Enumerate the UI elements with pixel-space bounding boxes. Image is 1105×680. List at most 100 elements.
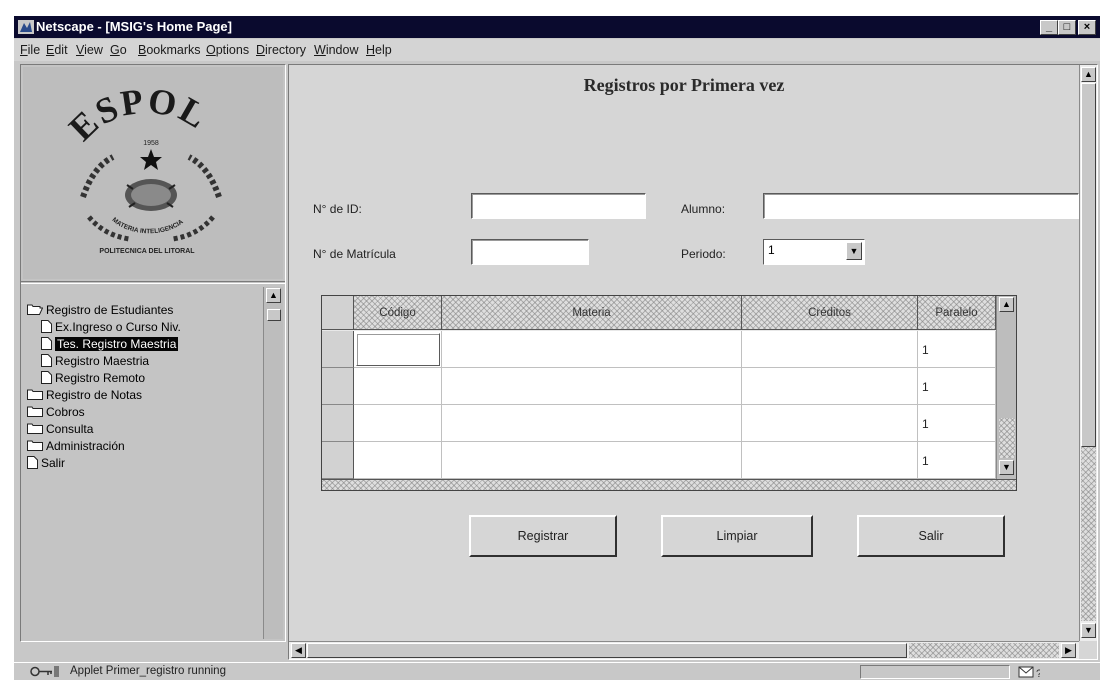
scroll-thumb[interactable] bbox=[1081, 83, 1096, 447]
menu-view[interactable]: View bbox=[76, 43, 103, 57]
menu-file[interactable]: File bbox=[20, 43, 40, 57]
menu-help[interactable]: Help bbox=[366, 43, 392, 57]
tree-item-registro-notas[interactable]: Registro de Notas bbox=[27, 386, 142, 403]
creditos-cell[interactable] bbox=[742, 368, 918, 405]
content-scrollbar[interactable]: ▲ ▼ bbox=[1079, 65, 1097, 641]
codigo-cell[interactable] bbox=[354, 442, 442, 479]
menu-bookmarks[interactable]: Bookmarks bbox=[138, 43, 201, 57]
document-icon bbox=[41, 337, 52, 350]
column-header-paralelo[interactable]: Paralelo bbox=[918, 296, 996, 330]
matricula-label: N° de Matrícula bbox=[313, 247, 396, 261]
scroll-thumb[interactable] bbox=[267, 309, 281, 321]
scroll-track[interactable] bbox=[999, 418, 1015, 458]
codigo-cell-input[interactable] bbox=[356, 333, 440, 366]
tree-item-administracion[interactable]: Administración bbox=[27, 437, 125, 454]
menu-edit[interactable]: Edit bbox=[46, 43, 68, 57]
page-title: Registros por Primera vez bbox=[583, 75, 785, 95]
tree-item-cobros[interactable]: Cobros bbox=[27, 403, 85, 420]
scroll-track[interactable] bbox=[909, 643, 1059, 658]
folder-icon bbox=[27, 440, 43, 451]
content-hscrollbar[interactable]: ◀ ▶ bbox=[289, 641, 1079, 659]
table-row[interactable] bbox=[354, 331, 442, 368]
tree-item-ex-ingreso[interactable]: Ex.Ingreso o Curso Niv. bbox=[41, 318, 181, 335]
menu-go[interactable]: Go bbox=[110, 43, 127, 57]
materia-cell[interactable] bbox=[442, 442, 742, 479]
periodo-select[interactable]: 1 ▼ bbox=[763, 239, 865, 265]
chevron-down-icon[interactable]: ▼ bbox=[846, 242, 862, 260]
scroll-track[interactable] bbox=[1081, 447, 1096, 621]
tree-item-salir[interactable]: Salir bbox=[27, 454, 65, 471]
paralelo-cell[interactable]: 1 bbox=[918, 405, 996, 442]
minimize-button[interactable]: _ bbox=[1040, 20, 1058, 35]
svg-text:POLITECNICA DEL LITORAL: POLITECNICA DEL LITORAL bbox=[99, 248, 195, 255]
folder-icon bbox=[27, 423, 43, 434]
clear-button[interactable]: Limpiar bbox=[661, 515, 813, 557]
tree-item-registro-remoto[interactable]: Registro Remoto bbox=[41, 369, 145, 386]
alumno-label: Alumno: bbox=[681, 202, 726, 216]
register-button[interactable]: Registrar bbox=[469, 515, 617, 557]
scroll-down-arrow-icon[interactable]: ▼ bbox=[999, 460, 1014, 475]
document-icon bbox=[41, 371, 52, 384]
frame-divider bbox=[21, 281, 285, 284]
menu-window[interactable]: Window bbox=[314, 43, 358, 57]
tree-item-registro-estudiantes[interactable]: Registro de Estudiantes bbox=[27, 301, 173, 318]
periodo-label: Periodo: bbox=[681, 247, 726, 261]
status-bar: Applet Primer_registro running ? bbox=[14, 662, 1100, 680]
status-text: Applet Primer_registro running bbox=[70, 665, 226, 677]
svg-text:MATERIA INTELIGENCIA: MATERIA INTELIGENCIA bbox=[111, 216, 185, 235]
scroll-up-arrow-icon[interactable]: ▲ bbox=[266, 288, 281, 303]
creditos-cell[interactable] bbox=[742, 405, 918, 442]
progress-panel bbox=[860, 665, 1010, 679]
maximize-button[interactable]: □ bbox=[1058, 20, 1076, 35]
row-header[interactable] bbox=[322, 331, 354, 368]
document-icon bbox=[41, 354, 52, 367]
document-icon bbox=[41, 320, 52, 333]
column-header-codigo[interactable]: Código bbox=[354, 296, 442, 330]
scroll-down-arrow-icon[interactable]: ▼ bbox=[1081, 623, 1096, 638]
tree-item-tes-registro-maestria[interactable]: Tes. Registro Maestria bbox=[41, 335, 179, 352]
scroll-up-arrow-icon[interactable]: ▲ bbox=[999, 297, 1014, 312]
column-header-materia[interactable]: Materia bbox=[442, 296, 742, 330]
column-header-creditos[interactable]: Créditos bbox=[742, 296, 918, 330]
menu-directory[interactable]: Directory bbox=[256, 43, 306, 57]
paralelo-cell[interactable]: 1 bbox=[918, 331, 996, 368]
grid-hscroll-track[interactable] bbox=[322, 479, 1016, 490]
grid-corner bbox=[322, 296, 354, 330]
paralelo-cell[interactable]: 1 bbox=[918, 442, 996, 479]
mail-icon[interactable]: ? bbox=[1018, 665, 1040, 679]
security-key-icon bbox=[30, 666, 59, 677]
content-frame: Registros por Primera vez N° de ID: Alum… bbox=[288, 64, 1098, 660]
materia-cell[interactable] bbox=[442, 368, 742, 405]
menu-options[interactable]: Options bbox=[206, 43, 249, 57]
scroll-up-arrow-icon[interactable]: ▲ bbox=[1081, 67, 1096, 82]
tree-item-registro-maestria[interactable]: Registro Maestria bbox=[41, 352, 149, 369]
row-header[interactable] bbox=[322, 442, 354, 479]
svg-text:?: ? bbox=[1036, 668, 1040, 679]
scroll-thumb[interactable] bbox=[307, 643, 907, 658]
scroll-left-arrow-icon[interactable]: ◀ bbox=[291, 643, 306, 658]
netscape-icon bbox=[18, 20, 34, 34]
scroll-right-arrow-icon[interactable]: ▶ bbox=[1061, 643, 1076, 658]
codigo-cell[interactable] bbox=[354, 405, 442, 442]
alumno-input[interactable] bbox=[763, 193, 1079, 219]
matricula-input[interactable] bbox=[471, 239, 589, 265]
svg-text:ESPOL: ESPOL bbox=[61, 80, 215, 148]
window-title: Netscape - [MSIG's Home Page] bbox=[36, 19, 232, 34]
materia-cell[interactable] bbox=[442, 405, 742, 442]
creditos-cell[interactable] bbox=[742, 331, 918, 368]
exit-button[interactable]: Salir bbox=[857, 515, 1005, 557]
grid-scrollbar[interactable]: ▲ ▼ bbox=[996, 296, 1016, 479]
row-header[interactable] bbox=[322, 405, 354, 442]
materia-cell[interactable] bbox=[442, 331, 742, 368]
id-input[interactable] bbox=[471, 193, 646, 219]
codigo-cell[interactable] bbox=[354, 368, 442, 405]
row-header[interactable] bbox=[322, 368, 354, 405]
paralelo-cell[interactable]: 1 bbox=[918, 368, 996, 405]
tree-scrollbar[interactable]: ▲ bbox=[263, 287, 283, 639]
creditos-cell[interactable] bbox=[742, 442, 918, 479]
close-button[interactable]: × bbox=[1078, 20, 1096, 35]
id-label: N° de ID: bbox=[313, 202, 362, 216]
title-bar[interactable]: Netscape - [MSIG's Home Page] _ □ × bbox=[14, 16, 1100, 38]
tree-item-consulta[interactable]: Consulta bbox=[27, 420, 93, 437]
espol-seal: ESPOL 1958 MATERIA INTELIGENCIA POLITECN… bbox=[61, 80, 222, 255]
